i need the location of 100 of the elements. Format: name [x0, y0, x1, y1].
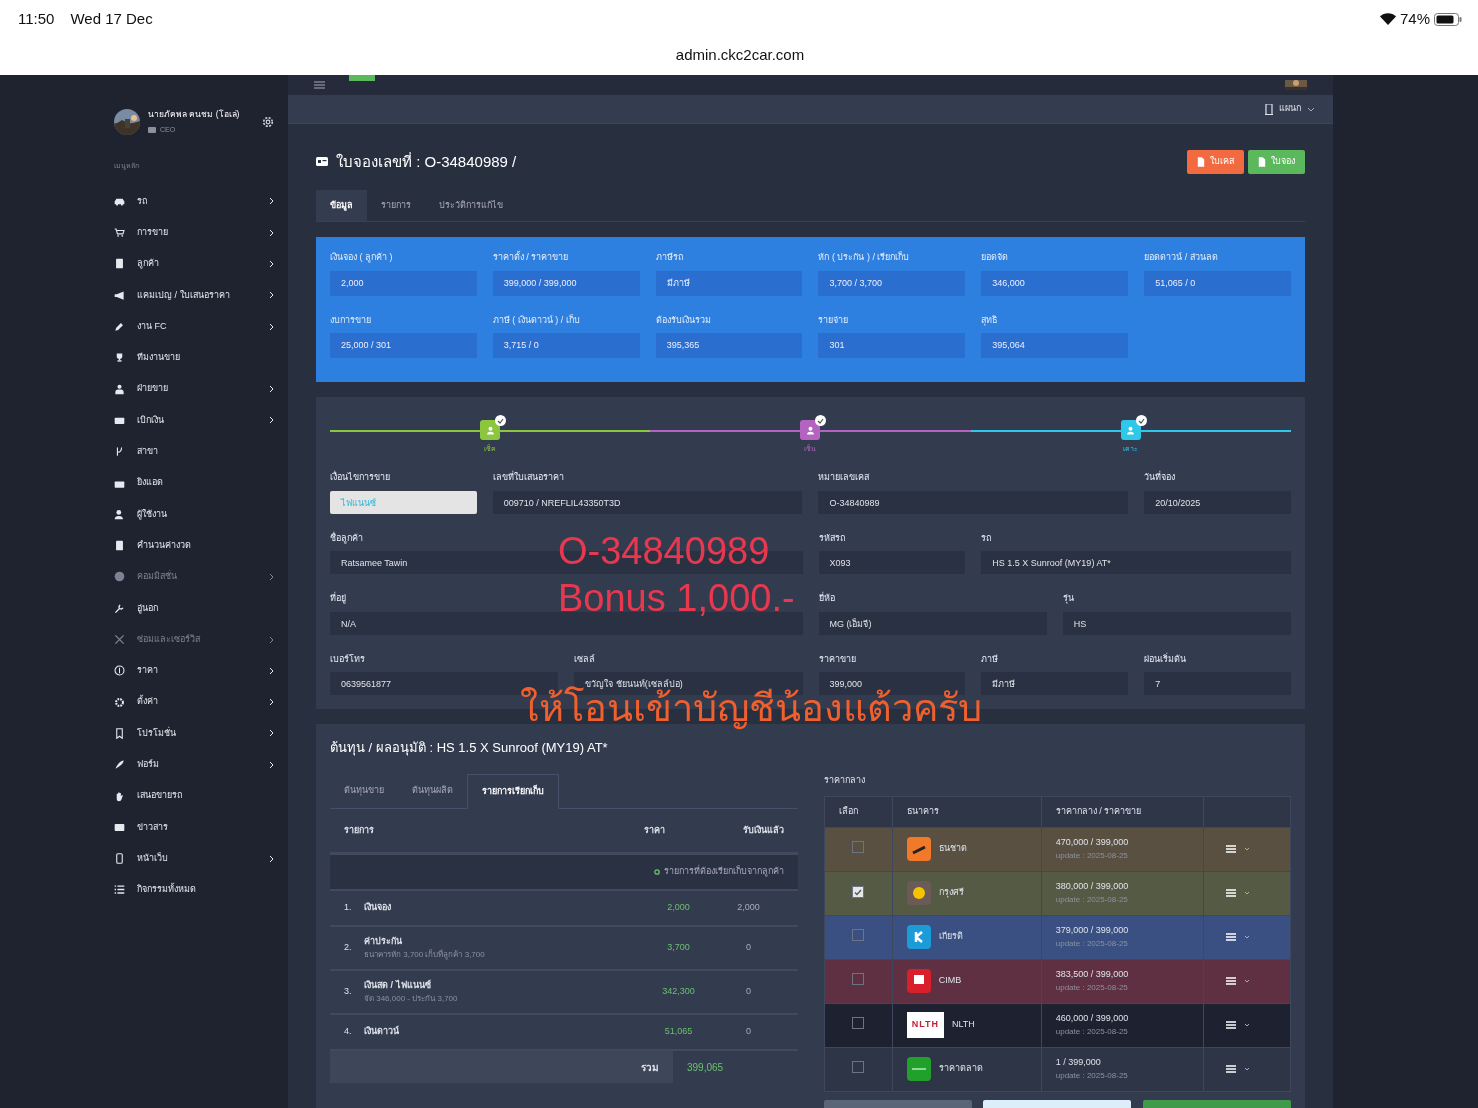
section-title: ต้นทุน / ผลอนุมัติ : HS 1.5 X Sunroof (MY19) AT* [330, 739, 609, 758]
menu-item[interactable]: ยิงแอด [137, 476, 274, 490]
checkbox[interactable] [852, 840, 865, 853]
tab[interactable]: ต้นทุนผลิต [398, 773, 467, 808]
menu-item[interactable]: ทีมงานขาย [137, 351, 274, 365]
bank-name: ธนชาต [938, 842, 967, 856]
row-number: 1. [344, 901, 353, 915]
table-row[interactable]: กรุงศรี 380,000 / 399,000 update : 2025-08-25 [824, 871, 1291, 915]
tab[interactable]: ประวัติการแก้ไข [425, 189, 517, 221]
field-label: รุ่น [1062, 592, 1074, 606]
tab[interactable]: รายการเรียกเก็บ [467, 773, 559, 809]
update-text: update : 2025-08-25 [1055, 849, 1129, 862]
input-field[interactable]: MG (เอ็มจี) [818, 611, 1047, 635]
menu-item[interactable]: โปรโมชั่น [137, 726, 257, 741]
table-row[interactable]: NLTH NLTH 460,000 / 399,000 update : 2025-08-25 [824, 1003, 1291, 1047]
checkbox[interactable] [852, 886, 865, 898]
row-number: 3. [344, 985, 353, 999]
id-card-icon [148, 127, 156, 133]
menu-item[interactable]: งาน FC [137, 319, 257, 334]
menu-item[interactable]: เสนอขายรถ [137, 789, 274, 803]
chevron-down-icon [1244, 935, 1251, 939]
input-field[interactable]: 20/10/2025 [1144, 490, 1291, 514]
input-field[interactable]: 346,000 [981, 270, 1129, 296]
input-field[interactable]: มีภาษี [655, 270, 803, 296]
chevron-down-icon [1307, 106, 1315, 112]
battery-percent: 74% [1399, 9, 1430, 29]
checkbox[interactable] [852, 928, 865, 941]
field-label: เซลล์ [574, 652, 596, 666]
clock-time: 11:50 [18, 9, 55, 29]
item-title: เงินจอง [364, 901, 392, 915]
input-field[interactable]: 3,700 / 3,700 [818, 270, 966, 296]
price-text: 460,000 / 399,000 [1055, 1012, 1130, 1026]
menu-item[interactable]: ฟอร์ม [137, 758, 257, 772]
input-field[interactable]: 51,065 / 0 [1144, 270, 1291, 296]
input-field[interactable]: 25,000 / 301 [330, 333, 477, 358]
checkbox[interactable] [852, 972, 865, 985]
menu-item[interactable]: แคมเปญ / ใบเสนอราคา [137, 288, 257, 303]
input-field[interactable]: มีภาษี [981, 672, 1129, 695]
received-cell-text: 0 [745, 985, 752, 999]
menu-item[interactable]: ลูกค้า [137, 257, 257, 271]
input-field[interactable]: HS [1062, 611, 1291, 635]
tab[interactable]: ต้นทุนขาย [330, 773, 398, 808]
item-title: เงินดาวน์ [364, 1025, 400, 1039]
update-text: update : 2025-08-25 [1055, 893, 1129, 906]
input-field[interactable]: 009710 / NREFLIL43350T3D [492, 490, 803, 514]
price-cell-text: 51,065 [663, 1025, 694, 1039]
menu-item[interactable]: ตั้งค่า [137, 695, 257, 709]
table-row[interactable]: CIMB 383,500 / 399,000 update : 2025-08-25 [824, 959, 1291, 1003]
input-field[interactable]: HS 1.5 X Sunroof (MY19) AT* [981, 551, 1291, 574]
update-text: update : 2025-08-25 [1055, 981, 1129, 994]
input-field[interactable]: X093 [818, 551, 966, 574]
settings-icon[interactable] [262, 115, 274, 128]
menu-item[interactable]: หน้าเว็บ [137, 851, 257, 866]
menu-item[interactable]: ข่าวสาร [137, 820, 274, 835]
menu-item[interactable]: สาขา [137, 445, 274, 459]
field-label: เบอร์โทร [330, 652, 365, 666]
column-header: รับเงินแล้ว [741, 823, 784, 837]
chevron-down-icon [1244, 891, 1251, 895]
menu-item[interactable]: กิจกรรมทั้งหมด [137, 883, 274, 897]
url-text[interactable]: admin.ckc2car.com [675, 45, 805, 63]
menu-item[interactable]: ราคา [137, 664, 257, 678]
menu-item[interactable]: ผู้ใช้งาน [137, 507, 274, 522]
input-field[interactable]: 7 [1144, 672, 1291, 695]
menu-item[interactable]: รถ [137, 194, 257, 209]
field-label: สุทธิ [981, 313, 998, 327]
menu-item[interactable]: ฝ่ายขาย [137, 382, 257, 396]
menu-item[interactable]: เบิกเงิน [137, 413, 257, 428]
input-field[interactable]: 395,365 [655, 333, 803, 358]
battery-icon [1434, 12, 1462, 26]
checkbox[interactable] [852, 1016, 865, 1029]
bank-logo-icon [906, 881, 931, 905]
page-title: ใบจองเลขที่ : O-34840989 / [336, 151, 517, 172]
table-row[interactable]: เกียรติ 379,000 / 399,000 update : 2025-08-25 [824, 915, 1291, 959]
bank-logo-icon [906, 969, 931, 993]
date-text: Wed 17 Dec [70, 9, 153, 29]
price-text: 379,000 / 399,000 [1055, 924, 1130, 938]
menu-item[interactable]: อู่นอก [137, 601, 274, 615]
input-field[interactable]: 301 [818, 333, 966, 358]
tab[interactable]: รายการ [367, 189, 425, 221]
received-cell-text: 0 [745, 941, 752, 955]
input-field[interactable]: 3,715 / 0 [492, 333, 640, 358]
field-label: รถ [981, 531, 992, 545]
input-field[interactable]: 399,000 / 399,000 [492, 270, 640, 296]
field-label: งบการขาย [330, 313, 371, 327]
input-field[interactable]: 2,000 [330, 270, 477, 296]
bank-logo: NLTH [906, 1012, 944, 1038]
bank-logo-icon [906, 1057, 931, 1081]
table-row[interactable]: ธนชาต 470,000 / 399,000 update : 2025-08-25 [824, 827, 1291, 871]
column-header: ธนาคาร [906, 805, 939, 816]
menu-item[interactable]: การขาย [137, 225, 257, 240]
department-dropdown[interactable]: แผนก [1279, 102, 1301, 116]
menu-item[interactable]: คำนวนค่างวด [137, 538, 274, 553]
checkbox[interactable] [852, 1060, 865, 1073]
table-row[interactable]: ราคาตลาด 1 / 399,000 update : 2025-08-25 [824, 1047, 1291, 1091]
field-label: เลขที่ใบเสนอราคา [492, 471, 564, 484]
field-label: ผ่อนเริ่มต้น [1144, 652, 1187, 666]
bank-name: ราคาตลาด [938, 1062, 983, 1076]
input-field[interactable]: 395,064 [981, 333, 1129, 358]
tab[interactable]: ข้อมูล [316, 189, 367, 221]
input-field[interactable]: O-34840989 [818, 490, 1129, 514]
